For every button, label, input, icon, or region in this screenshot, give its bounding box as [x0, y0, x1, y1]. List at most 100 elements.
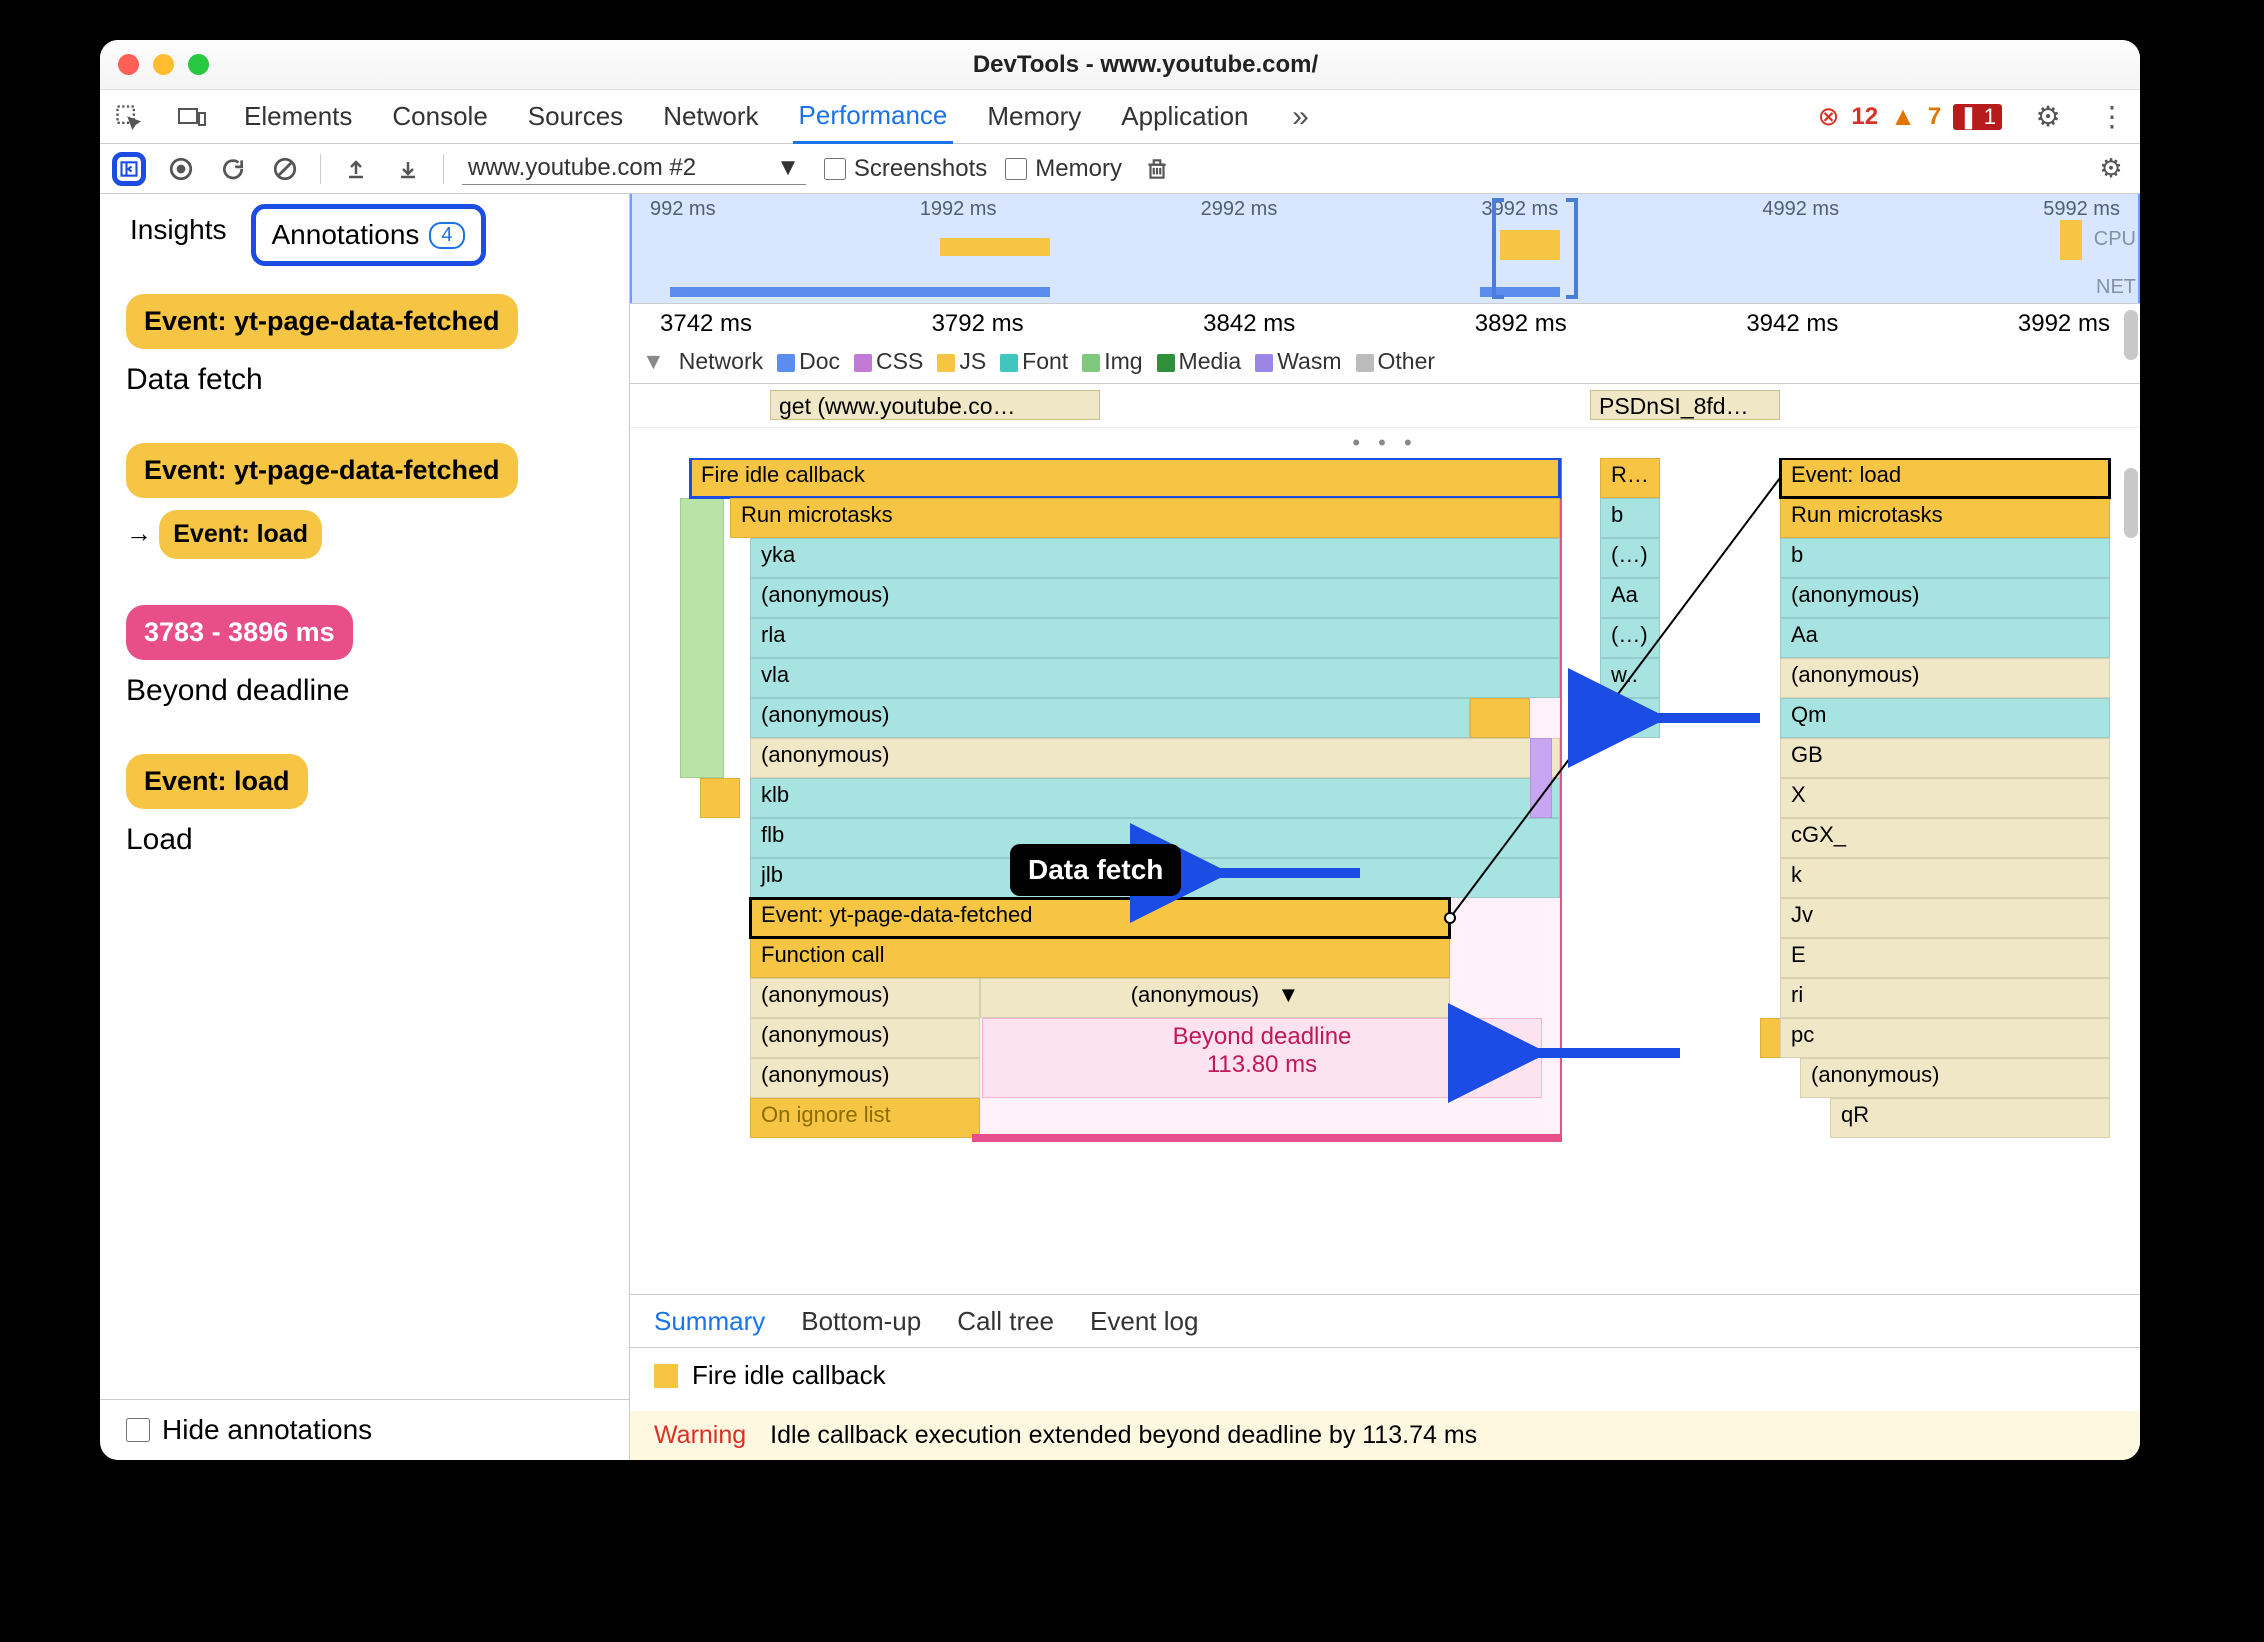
- sidebar-tab-insights[interactable]: Insights: [114, 204, 243, 266]
- flame-entry[interactable]: rla: [750, 618, 1560, 658]
- clear-button[interactable]: [268, 152, 302, 186]
- flame-entry[interactable]: cGX_: [1780, 818, 2110, 858]
- tab-memory[interactable]: Memory: [981, 91, 1087, 142]
- flame-entry[interactable]: b: [1780, 538, 2110, 578]
- collapsed-indicator[interactable]: • • •: [630, 428, 2140, 458]
- network-request[interactable]: get (www.youtube.co…: [770, 390, 1100, 420]
- flame-entry[interactable]: [1760, 1018, 1782, 1058]
- annotation-item[interactable]: Event: load Load: [126, 754, 603, 857]
- flame-entry[interactable]: (anonymous): [750, 578, 1560, 618]
- flame-entry[interactable]: (anonymous): [750, 1058, 980, 1098]
- event-pill: Event: yt-page-data-fetched: [126, 294, 518, 349]
- tab-elements[interactable]: Elements: [238, 91, 358, 142]
- trace-select[interactable]: www.youtube.com #2 ▼: [462, 152, 806, 185]
- flame-entry[interactable]: On ignore list: [750, 1098, 980, 1138]
- flame-entry[interactable]: yka: [750, 538, 1560, 578]
- device-icon[interactable]: [174, 99, 210, 135]
- perf-settings-icon[interactable]: ⚙: [2094, 152, 2128, 186]
- flame-entry[interactable]: (anonymous): [750, 698, 1470, 738]
- panel-tabs: Elements Console Sources Network Perform…: [100, 90, 2140, 144]
- flame-entry[interactable]: GB: [1780, 738, 2110, 778]
- flame-entry[interactable]: Aa: [1600, 578, 1660, 618]
- gc-button[interactable]: [1140, 152, 1174, 186]
- screenshots-checkbox[interactable]: Screenshots: [824, 155, 987, 183]
- tab-network[interactable]: Network: [657, 91, 764, 142]
- kebab-icon[interactable]: ⋮: [2094, 99, 2130, 135]
- tab-console[interactable]: Console: [386, 91, 493, 142]
- close-window[interactable]: [118, 54, 139, 75]
- dropdown-icon: ▼: [776, 154, 800, 182]
- dtab-eventlog[interactable]: Event log: [1090, 1306, 1198, 1337]
- tab-application[interactable]: Application: [1115, 91, 1254, 142]
- overview-minimap[interactable]: 992 ms 1992 ms 2992 ms 3992 ms 4992 ms 5…: [630, 194, 2140, 304]
- flame-entry[interactable]: (…): [1600, 538, 1660, 578]
- flame-entry[interactable]: R…: [1600, 458, 1660, 498]
- timeline-ruler[interactable]: 3742 ms 3792 ms 3842 ms 3892 ms 3942 ms …: [630, 304, 2140, 384]
- flame-entry[interactable]: (anonymous): [750, 1018, 980, 1058]
- flame-entry[interactable]: Fire idle callback: [690, 458, 1560, 498]
- flame-entry[interactable]: [1470, 698, 1530, 738]
- flame-entry[interactable]: klb: [750, 778, 1560, 818]
- scrollbar[interactable]: [2124, 310, 2138, 360]
- flame-entry[interactable]: [700, 778, 740, 818]
- tab-performance[interactable]: Performance: [793, 90, 954, 144]
- status-counters[interactable]: ⊗ 12 ▲ 7 ❚ 1: [1818, 101, 2002, 132]
- flame-entry[interactable]: (anonymous): [750, 978, 980, 1018]
- flame-entry[interactable]: Aa: [1780, 618, 2110, 658]
- flame-entry[interactable]: Qm: [1780, 698, 2110, 738]
- settings-icon[interactable]: ⚙: [2030, 99, 2066, 135]
- event-pill: Event: yt-page-data-fetched: [126, 443, 518, 498]
- flame-entry[interactable]: X: [1780, 778, 2110, 818]
- flame-entry[interactable]: (anonymous) ▼: [980, 978, 1450, 1018]
- annotation-item[interactable]: 3783 - 3896 ms Beyond deadline: [126, 605, 603, 708]
- hide-annotations-checkbox[interactable]: [126, 1418, 150, 1442]
- more-tabs-icon[interactable]: »: [1283, 99, 1319, 135]
- flame-entry[interactable]: (anonymous): [1800, 1058, 2110, 1098]
- scrollbar[interactable]: [2124, 468, 2138, 538]
- memory-checkbox[interactable]: Memory: [1005, 155, 1122, 183]
- annotation-item[interactable]: Event: yt-page-data-fetched Data fetch: [126, 294, 603, 397]
- upload-button[interactable]: [339, 152, 373, 186]
- flame-entry[interactable]: Jv: [1780, 898, 2110, 938]
- flame-entry[interactable]: Function call: [750, 938, 1450, 978]
- dtab-calltree[interactable]: Call tree: [957, 1306, 1054, 1337]
- flame-entry[interactable]: k: [1780, 858, 2110, 898]
- reload-record-button[interactable]: [216, 152, 250, 186]
- flame-entry[interactable]: Run microtasks: [1780, 498, 2110, 538]
- zoom-window[interactable]: [188, 54, 209, 75]
- flame-entry[interactable]: (anonymous): [1780, 658, 2110, 698]
- flame-entry[interactable]: ri: [1780, 978, 2110, 1018]
- performance-panel: 992 ms 1992 ms 2992 ms 3992 ms 4992 ms 5…: [630, 194, 2140, 1460]
- traffic-lights: [118, 54, 209, 75]
- inspect-icon[interactable]: [110, 99, 146, 135]
- network-lane[interactable]: get (www.youtube.co… PSDnSI_8fd…: [630, 384, 2140, 428]
- flame-entry-annotated[interactable]: Event: load: [1780, 458, 2110, 498]
- dtab-summary[interactable]: Summary: [654, 1306, 765, 1337]
- flame-entry[interactable]: qR: [1830, 1098, 2110, 1138]
- collapse-icon[interactable]: ▼: [642, 348, 665, 375]
- annotation-item[interactable]: Event: yt-page-data-fetched → Event: loa…: [126, 443, 603, 559]
- sidebar-tab-annotations[interactable]: Annotations 4: [251, 204, 486, 266]
- dtab-bottomup[interactable]: Bottom-up: [801, 1306, 921, 1337]
- error-icon: ⊗: [1818, 101, 1840, 132]
- flame-entry[interactable]: [680, 498, 724, 778]
- network-request[interactable]: PSDnSI_8fd…: [1590, 390, 1780, 420]
- flame-entry[interactable]: vla: [750, 658, 1560, 698]
- record-button[interactable]: [164, 152, 198, 186]
- flame-entry[interactable]: w..: [1600, 658, 1660, 698]
- download-button[interactable]: [391, 152, 425, 186]
- flame-entry[interactable]: (anonymous): [750, 738, 1560, 778]
- flame-entry[interactable]: (…): [1600, 618, 1660, 658]
- minimize-window[interactable]: [153, 54, 174, 75]
- deadline-annotation[interactable]: Beyond deadline 113.80 ms: [982, 1018, 1542, 1098]
- flame-entry-annotated[interactable]: Event: yt-page-data-fetched: [750, 898, 1450, 938]
- flame-entry[interactable]: [1530, 738, 1552, 818]
- tab-sources[interactable]: Sources: [522, 91, 629, 142]
- flame-entry[interactable]: b: [1600, 498, 1660, 538]
- toggle-sidebar-button[interactable]: [112, 152, 146, 186]
- flame-entry[interactable]: Run microtasks: [730, 498, 1560, 538]
- flame-entry[interactable]: E: [1780, 938, 2110, 978]
- flame-entry[interactable]: pc: [1780, 1018, 2110, 1058]
- flame-entry[interactable]: (anonymous): [1780, 578, 2110, 618]
- flame-chart[interactable]: Fire idle callback Run microtasks yka (a…: [630, 458, 2140, 1294]
